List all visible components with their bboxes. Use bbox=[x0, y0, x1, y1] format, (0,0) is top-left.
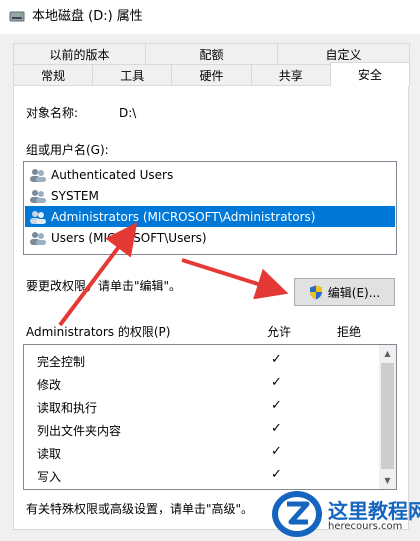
watermark-url: herecours.com bbox=[328, 521, 403, 532]
change-permissions-hint: 要更改权限，请单击"编辑"。 bbox=[26, 279, 182, 293]
tab-general[interactable]: 常规 bbox=[13, 64, 94, 85]
scroll-up-arrow-icon[interactable]: ▲ bbox=[379, 345, 396, 362]
users-group-icon bbox=[30, 168, 46, 182]
user-row-users[interactable]: Users (MICROSOFT\Users) bbox=[25, 227, 395, 248]
permission-row-read: 读取 ✓ bbox=[24, 441, 379, 464]
watermark-title: 这里教程网 bbox=[328, 499, 420, 523]
group-users-label: 组或用户名(G): bbox=[26, 143, 109, 157]
tab-sharing[interactable]: 共享 bbox=[250, 64, 331, 85]
user-row-authenticated-users[interactable]: Authenticated Users bbox=[25, 164, 395, 185]
permission-name: 修改 bbox=[37, 378, 62, 392]
allow-check-icon: ✓ bbox=[271, 421, 282, 436]
edit-button-label: 编辑(E)... bbox=[327, 285, 381, 300]
permission-name: 读取 bbox=[37, 447, 62, 461]
vertical-scrollbar[interactable]: ▲ ▼ bbox=[379, 345, 396, 489]
user-name: SYSTEM bbox=[51, 188, 99, 203]
users-group-icon bbox=[30, 231, 46, 245]
permission-name: 读取和执行 bbox=[37, 401, 98, 415]
allow-check-icon: ✓ bbox=[271, 398, 282, 413]
tab-row-front: 常规 工具 硬件 共享 安全 bbox=[13, 62, 411, 86]
advanced-settings-hint: 有关特殊权限或高级设置，请单击"高级"。 bbox=[26, 502, 254, 516]
object-name-value: D:\ bbox=[119, 106, 137, 120]
permissions-label: Administrators 的权限(P) bbox=[26, 325, 171, 339]
permission-row-read-execute: 读取和执行 ✓ bbox=[24, 395, 379, 418]
scroll-thumb[interactable] bbox=[381, 363, 394, 469]
tab-tools[interactable]: 工具 bbox=[92, 64, 173, 85]
permission-row-modify: 修改 ✓ bbox=[24, 372, 379, 395]
tab-hardware[interactable]: 硬件 bbox=[171, 64, 252, 85]
object-name-label: 对象名称: bbox=[26, 106, 79, 120]
allow-check-icon: ✓ bbox=[271, 467, 282, 482]
users-group-icon bbox=[30, 210, 46, 224]
permissions-list[interactable]: 完全控制 ✓ 修改 ✓ 读取和执行 ✓ 列出文件夹内容 ✓ 读取 ✓ 写入 ✓ … bbox=[23, 344, 397, 490]
user-name: Authenticated Users bbox=[51, 167, 174, 182]
tab-quota[interactable]: 配额 bbox=[145, 43, 278, 64]
tab-customize[interactable]: 自定义 bbox=[277, 43, 410, 64]
permission-name: 列出文件夹内容 bbox=[37, 424, 122, 438]
drive-icon bbox=[9, 11, 25, 22]
tab-previous-versions[interactable]: 以前的版本 bbox=[13, 43, 146, 64]
edit-button[interactable]: 编辑(E)... bbox=[294, 278, 395, 306]
allow-check-icon: ✓ bbox=[271, 352, 282, 367]
user-row-system[interactable]: SYSTEM bbox=[25, 185, 395, 206]
window-title: 本地磁盘 (D:) 属性 bbox=[32, 9, 143, 24]
allow-check-icon: ✓ bbox=[271, 444, 282, 459]
deny-column-header: 拒绝 bbox=[337, 325, 362, 339]
allow-check-icon: ✓ bbox=[271, 375, 282, 390]
watermark-z-icon bbox=[272, 491, 322, 537]
watermark-logo: 这里教程网 herecours.com bbox=[268, 487, 420, 541]
users-listbox[interactable]: Authenticated Users SYSTEM Administrator… bbox=[23, 161, 397, 255]
allow-column-header: 允许 bbox=[267, 325, 292, 339]
title-bar: 本地磁盘 (D:) 属性 bbox=[0, 0, 420, 34]
uac-shield-icon bbox=[309, 285, 322, 299]
tab-security[interactable]: 安全 bbox=[329, 62, 411, 86]
user-name: Users (MICROSOFT\Users) bbox=[51, 230, 207, 245]
tab-row-back: 以前的版本 配额 自定义 bbox=[13, 43, 410, 64]
permission-name: 完全控制 bbox=[37, 355, 86, 369]
permission-row-full-control: 完全控制 ✓ bbox=[24, 349, 379, 372]
permission-row-write: 写入 ✓ bbox=[24, 464, 379, 487]
user-row-administrators[interactable]: Administrators (MICROSOFT\Administrators… bbox=[25, 206, 395, 227]
permission-row-list-folder: 列出文件夹内容 ✓ bbox=[24, 418, 379, 441]
permission-name: 写入 bbox=[37, 470, 62, 484]
users-group-icon bbox=[30, 189, 46, 203]
user-name: Administrators (MICROSOFT\Administrators… bbox=[51, 209, 316, 224]
